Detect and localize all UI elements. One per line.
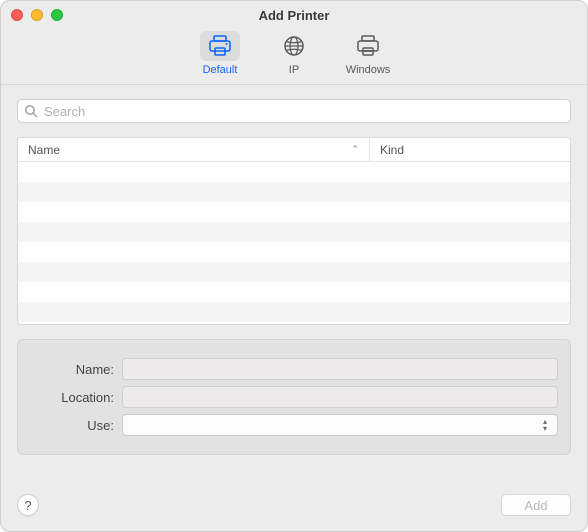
column-kind-label: Kind [380,143,404,157]
table-row [18,262,570,282]
table-row [18,222,570,242]
table-header: Name ⌃ Kind [18,138,570,162]
minimize-window-button[interactable] [31,9,43,21]
traffic-lights [11,9,63,21]
location-field[interactable] [122,386,558,408]
content-area: Name ⌃ Kind Name: [1,85,587,487]
tab-default-label: Default [203,64,238,76]
table-body[interactable] [18,162,570,324]
help-button[interactable]: ? [17,494,39,516]
popup-arrows-icon: ▴▾ [539,417,551,433]
printer-table: Name ⌃ Kind [17,137,571,325]
search-input[interactable] [42,103,564,120]
toolbar-group: Default IP [192,31,396,76]
tab-windows[interactable]: Windows [340,31,396,76]
tab-default[interactable]: Default [192,31,248,76]
search-field-wrap[interactable] [17,99,571,123]
table-row [18,302,570,322]
titlebar: Add Printer [1,1,587,29]
tab-ip-label: IP [289,64,299,76]
printer-icon [200,31,240,61]
row-name: Name: [18,358,558,380]
window-title: Add Printer [1,8,587,23]
printer-detail-panel: Name: Location: Use: ▴▾ [17,339,571,455]
name-label: Name: [18,362,122,377]
add-printer-window: Add Printer Default [0,0,588,532]
footer: ? Add [1,487,587,531]
use-label: Use: [18,418,122,433]
tab-windows-label: Windows [346,64,391,76]
use-select[interactable]: ▴▾ [122,414,558,436]
table-row [18,162,570,182]
row-use: Use: ▴▾ [18,414,558,436]
column-header-name[interactable]: Name ⌃ [18,138,370,161]
table-row [18,182,570,202]
toolbar: Default IP [1,29,587,85]
tab-ip[interactable]: IP [266,31,322,76]
add-button-label: Add [524,498,547,513]
search-icon [24,104,38,118]
globe-icon [274,31,314,61]
zoom-window-button[interactable] [51,9,63,21]
row-location: Location: [18,386,558,408]
column-header-kind[interactable]: Kind [370,138,570,161]
location-label: Location: [18,390,122,405]
sort-ascending-icon: ⌃ [351,144,359,155]
add-button[interactable]: Add [501,494,571,516]
windows-printer-icon [348,31,388,61]
name-field[interactable] [122,358,558,380]
close-window-button[interactable] [11,9,23,21]
help-icon: ? [24,498,31,513]
column-name-label: Name [28,143,60,157]
table-row [18,242,570,262]
table-row [18,202,570,222]
table-row [18,282,570,302]
